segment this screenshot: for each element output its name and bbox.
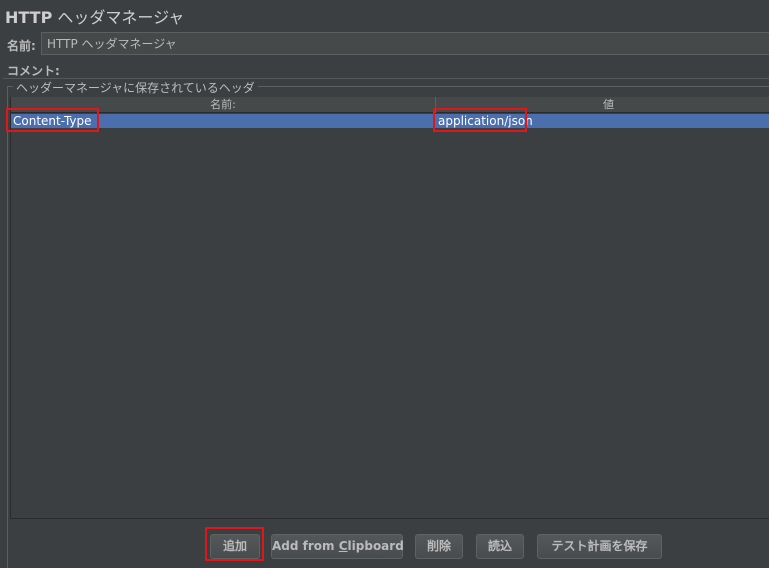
delete-button[interactable]: 削除 xyxy=(415,534,463,559)
name-label: 名前: xyxy=(7,39,36,53)
table-bottom-border xyxy=(10,518,769,519)
comment-row: コメント: xyxy=(0,60,769,78)
table-header: 名前: 値 xyxy=(11,97,769,113)
page-title-rest: ヘッダマネージャ xyxy=(52,8,185,27)
table-row[interactable]: Content-Type application/json xyxy=(11,114,769,128)
column-header-value[interactable]: 値 xyxy=(436,97,769,113)
load-button[interactable]: 読込 xyxy=(476,534,524,559)
cell-header-name[interactable]: Content-Type xyxy=(13,114,433,128)
headers-group-title: ヘッダーマネージャに保存されているヘッダ xyxy=(13,79,258,96)
add-from-clipboard-button[interactable]: Add from Clipboard xyxy=(271,534,404,559)
page-title-bold: HTTP xyxy=(5,8,53,27)
column-header-name[interactable]: 名前: xyxy=(11,97,436,113)
clipboard-label-prefix: Add from xyxy=(272,539,339,553)
clipboard-label-mnemonic: C xyxy=(338,539,348,553)
comment-label: コメント: xyxy=(7,64,60,78)
name-row: 名前: xyxy=(0,32,769,56)
save-test-plan-button[interactable]: テスト計画を保存 xyxy=(537,534,662,559)
page-title: HTTP ヘッダマネージャ xyxy=(5,4,184,28)
clipboard-label-suffix: lipboard xyxy=(347,539,404,553)
button-bar: 追加 Add from Clipboard 削除 読込 テスト計画を保存 xyxy=(0,532,769,560)
add-button[interactable]: 追加 xyxy=(210,534,260,559)
name-input[interactable] xyxy=(41,32,769,55)
headers-table: 名前: 値 Content-Type application/json xyxy=(10,97,769,519)
cell-header-value[interactable]: application/json xyxy=(438,114,769,128)
